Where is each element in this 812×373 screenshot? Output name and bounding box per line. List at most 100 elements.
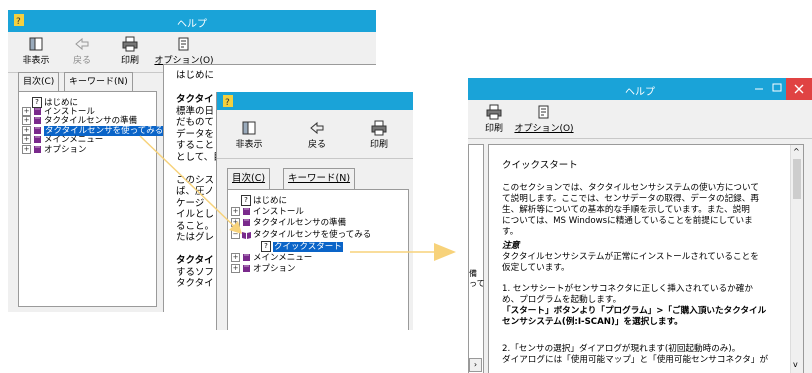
open-book-icon xyxy=(242,231,251,239)
content-line: ケージ xyxy=(176,197,205,209)
tree-item[interactable]: + メインメニュー xyxy=(231,252,313,263)
help-page-icon: ? xyxy=(241,195,251,206)
tree-item[interactable]: + タクタイルセンサを使ってみる xyxy=(22,125,165,136)
scroll-thumb[interactable] xyxy=(793,159,801,199)
print-button[interactable]: 印刷 xyxy=(357,120,401,150)
hide-button[interactable]: 非表示 xyxy=(227,120,271,150)
help-window-b: ? 非表示 戻る 印刷 目次(C) キーワード(N) ? はじめに + インストール +… xyxy=(216,92,413,330)
tab-contents[interactable]: 目次(C) xyxy=(18,72,60,92)
close-button[interactable] xyxy=(786,78,812,100)
printer-icon xyxy=(371,120,387,136)
content-line: 仮定しています。 xyxy=(502,263,570,273)
tree-item[interactable]: ? クイックスタート xyxy=(261,241,343,252)
nav-tabs: 目次(C) キーワード(N) xyxy=(227,168,407,190)
hide-icon xyxy=(242,121,256,135)
print-button[interactable]: 印刷 xyxy=(108,36,152,66)
tree-item-label: タクタイルセンサを使ってみる xyxy=(44,125,165,136)
expand-icon[interactable]: + xyxy=(231,252,240,262)
expand-icon[interactable]: + xyxy=(231,264,240,273)
options-button[interactable]: オプション(O) xyxy=(512,104,576,134)
content-line: ること。 xyxy=(176,220,215,232)
expand-icon[interactable]: + xyxy=(22,106,31,116)
scroll-down-icon: v xyxy=(793,360,798,369)
options-icon xyxy=(178,37,189,51)
printer-icon xyxy=(122,36,138,52)
content-line: タクタイ xyxy=(176,278,214,289)
tree-item-label: オプション xyxy=(253,264,296,274)
title-bar[interactable]: ヘルプ xyxy=(468,78,812,100)
tree-item-label: メインメニュー xyxy=(44,135,104,145)
content-line: だものて xyxy=(176,117,215,128)
tree-item[interactable]: + タクタイルセンサの準備 xyxy=(231,218,346,228)
tree-item-label: オプション xyxy=(44,144,87,155)
tree-item-label: インストール xyxy=(253,206,304,217)
maximize-button[interactable] xyxy=(770,82,784,94)
content-heading: はじめに xyxy=(176,70,215,81)
content-line: ば、圧ノ xyxy=(176,186,215,197)
collapse-icon[interactable]: − xyxy=(231,229,240,239)
expand-icon[interactable]: + xyxy=(22,144,31,154)
content-line: データを xyxy=(176,128,215,140)
book-icon xyxy=(34,126,41,134)
help-page-icon: ? xyxy=(261,241,271,252)
tree-item[interactable]: + インストール xyxy=(231,206,304,217)
tree-item[interactable]: + タクタイルセンサの準備 xyxy=(22,116,137,126)
minimize-icon xyxy=(755,88,763,90)
toolbar: 非表示 戻る 印刷 xyxy=(217,110,413,159)
content-line: イルとし xyxy=(176,209,215,220)
book-icon xyxy=(34,136,41,143)
content-line: については、MS Windowsに精通していることを前提にしていま xyxy=(502,216,753,226)
expand-icon[interactable]: + xyxy=(22,125,31,135)
left-fragment-2: って xyxy=(469,279,485,288)
book-icon xyxy=(243,219,250,226)
tree-item-label: メインメニュー xyxy=(253,252,313,263)
tab-keyword[interactable]: キーワード(N) xyxy=(64,72,133,91)
content-line: す。 xyxy=(502,227,519,237)
tab-keyword[interactable]: キーワード(N) xyxy=(283,168,356,189)
expand-icon[interactable]: + xyxy=(22,135,31,144)
expand-icon[interactable]: + xyxy=(231,206,240,216)
window-title: ヘルプ xyxy=(177,19,207,30)
back-button[interactable]: 戻る xyxy=(60,36,104,66)
content-line: センサシステム(例:I-SCAN)」を選択します。 xyxy=(502,317,683,327)
book-icon xyxy=(34,107,41,115)
content-line: このシス xyxy=(176,174,215,186)
tree-item[interactable]: + オプション xyxy=(22,144,87,155)
tree-item-label: インストール xyxy=(44,106,95,117)
maximize-icon xyxy=(772,83,782,92)
book-icon xyxy=(243,265,250,272)
content-line: 標準の日 xyxy=(176,105,215,117)
close-icon xyxy=(794,84,804,94)
minimize-button[interactable] xyxy=(752,82,766,94)
vertical-scrollbar[interactable]: ^ v xyxy=(790,145,803,373)
scroll-up-icon: ^ xyxy=(793,147,800,156)
content-line: たはグレ xyxy=(176,232,215,243)
tree-item[interactable]: − タクタイルセンサを使ってみる xyxy=(231,229,371,240)
help-app-icon: ? xyxy=(223,95,233,107)
back-button[interactable]: 戻る xyxy=(295,120,339,150)
toolbar: 印刷 オプション(O) xyxy=(468,100,812,139)
left-scroll-right-button[interactable]: › xyxy=(469,358,482,372)
tab-contents[interactable]: 目次(C) xyxy=(227,168,271,190)
back-arrow-icon xyxy=(75,37,89,51)
tree-item-label: はじめに xyxy=(253,196,288,206)
hide-icon xyxy=(29,37,43,51)
options-button[interactable]: オプション(O) xyxy=(154,36,214,66)
hide-button[interactable]: 非表示 xyxy=(14,36,58,66)
expand-icon[interactable]: + xyxy=(22,116,31,125)
print-button[interactable]: 印刷 xyxy=(472,104,516,134)
tree-item[interactable]: ? はじめに xyxy=(241,195,287,206)
content-line: タクタイ xyxy=(176,94,214,105)
tree-item[interactable]: + オプション xyxy=(231,264,296,274)
title-bar[interactable]: ? ヘルプ xyxy=(8,10,376,32)
options-icon xyxy=(538,105,549,119)
book-icon xyxy=(243,253,250,261)
title-bar[interactable]: ? xyxy=(217,92,413,110)
expand-icon[interactable]: + xyxy=(231,218,240,227)
tree-item[interactable]: + インストール xyxy=(22,106,95,117)
tree-item[interactable]: + メインメニュー xyxy=(22,135,103,145)
printer-icon xyxy=(486,104,502,120)
tree-item-label: クイックスタート xyxy=(273,242,343,252)
book-icon xyxy=(34,117,41,124)
content-line: するソフ xyxy=(176,266,215,278)
